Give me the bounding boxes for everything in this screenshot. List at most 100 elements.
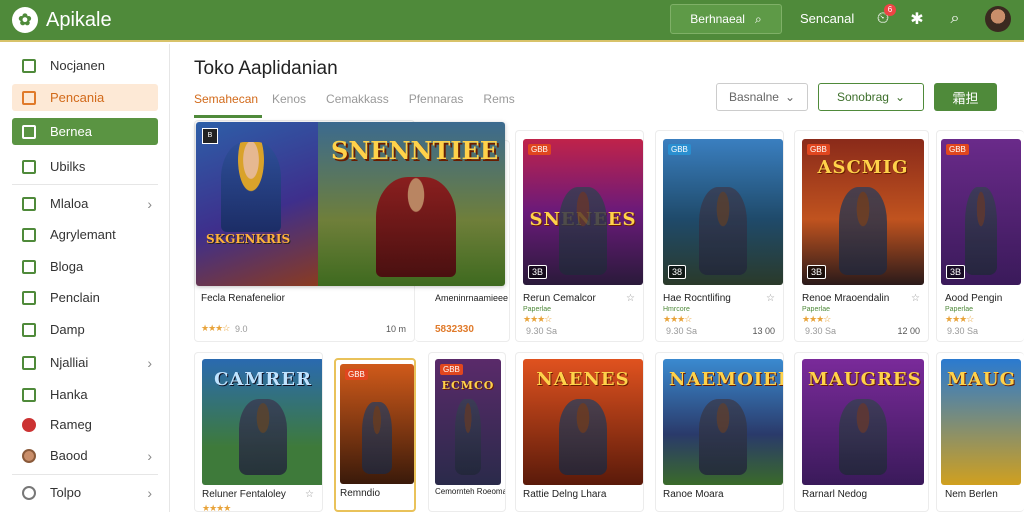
chevron-right-icon: › [147, 484, 152, 501]
sidebar-item-baood[interactable]: Baood › [12, 442, 158, 469]
sidebar-item-tolpo[interactable]: Tolpo › [12, 479, 158, 506]
top-nav-link[interactable]: Sencanal [800, 11, 854, 26]
sidebar-item-nocjanen[interactable]: Nocjanen [12, 52, 158, 79]
hero-figure [221, 142, 281, 232]
badge: GBB [345, 369, 368, 380]
rating-value: 9.30 Sa [805, 326, 837, 336]
sidebar-item-label: Pencania [50, 90, 105, 105]
top-bar: ✿ Apikale Berhnaeal ⌕ Sencanal ⏲ 6 ✱ ⌕ [0, 0, 1024, 42]
app-card[interactable]: GBB Remndio [334, 358, 416, 512]
app-art: NAENES [523, 359, 643, 485]
app-art: GBB 3B [941, 139, 1021, 285]
tab-cemakkass[interactable]: Cemakkass [326, 90, 399, 118]
sidebar-item-label: Agrylemant [50, 227, 116, 242]
sort-dropdown[interactable]: Sonobrag ⌄ [818, 83, 924, 111]
rating-stars: ★★★☆ [802, 314, 831, 324]
star-outline-icon[interactable]: ☆ [911, 293, 920, 304]
app-card[interactable]: GBB ASCMIG 3B Renoe Mraoendalin ☆ Paperl… [794, 130, 929, 342]
app-card[interactable]: GBB 38 Hae Rocntlifing ☆ Hmrcore ★★★☆ 9.… [655, 130, 784, 342]
puzzle-icon[interactable]: ✱ [906, 8, 928, 30]
app-card[interactable]: NAEMOIER Ranoe Moara [655, 352, 784, 512]
app-card[interactable]: GBB 3B Aood Pengin Paperlae ★★★☆ 9.30 Sa [936, 130, 1024, 342]
leaf-icon: ✿ [12, 7, 38, 33]
app-name: Ameninrnaamieee [435, 293, 509, 303]
developer-name: Paperlae [945, 306, 974, 313]
sidebar-item-pencania[interactable]: Pencania [12, 84, 158, 111]
document-icon [22, 290, 36, 305]
character-figure [838, 399, 888, 475]
app-name: Renoe Mraoendalin [802, 293, 890, 304]
sidebar-item-ubilks[interactable]: Ubilks [12, 153, 158, 180]
app-card[interactable]: NAENES Rattie Delng Lhara [515, 352, 644, 512]
top-search-button[interactable]: Berhnaeal ⌕ [670, 4, 782, 34]
search-icon[interactable]: ⌕ [944, 8, 966, 30]
sidebar-item-label: Rameg [50, 417, 92, 432]
apply-button[interactable]: 霜担 [934, 83, 997, 111]
app-card[interactable]: CAMRER Reluner Fentaloley ☆ ★★★★ [194, 352, 323, 512]
app-art: CAMRER [202, 359, 322, 485]
sidebar-item-label: Ubilks [50, 159, 86, 174]
character-figure [559, 187, 607, 275]
search-icon: ⌕ [754, 11, 762, 26]
sidebar-item-damp[interactable]: Damp [12, 316, 158, 343]
filter-label: Basnalne [728, 90, 779, 104]
app-name: Rerun Cemalcor [523, 293, 596, 304]
game-logo: ASCMIG [817, 157, 909, 178]
app-card[interactable]: GBB ECMCO Cemornteh Roeomasi [428, 352, 506, 512]
game-logo: CAMRER [214, 369, 312, 390]
badge: GBB [946, 144, 969, 155]
avatar[interactable] [985, 6, 1011, 32]
chevron-down-icon: ⌄ [894, 90, 906, 104]
sidebar-item-njalliai[interactable]: Njalliai › [12, 349, 158, 376]
featured-banner[interactable]: B SKGENKRIS SNENNTIEE [196, 122, 505, 286]
divider [12, 474, 158, 475]
sidebar-item-label: Penclain [50, 290, 100, 305]
app-logo[interactable]: ✿ Apikale [12, 7, 112, 33]
sidebar-item-bloga[interactable]: Bloga [12, 253, 158, 280]
rating-stars: ★★★★ [202, 503, 231, 512]
featured-game-logo-right: SNENNTIEE [331, 136, 499, 165]
badge: GBB [807, 144, 830, 155]
filter-dropdown[interactable]: Basnalne ⌄ [716, 83, 808, 111]
sidebar-item-hanka[interactable]: Hanka [12, 381, 158, 408]
age-badge: 3B [528, 265, 548, 279]
developer-name: Paperlae [802, 306, 831, 313]
sidebar-item-agrylemant[interactable]: Agrylemant [12, 221, 158, 248]
character-figure [965, 187, 997, 275]
featured-game-logo-left: SKGENKRIS [206, 232, 291, 246]
app-card[interactable]: MAUG Nem Berlen [936, 352, 1024, 512]
developer-name: Hmrcore [663, 306, 690, 313]
sidebar-item-penclain[interactable]: Penclain [12, 284, 158, 311]
star-outline-icon[interactable]: ☆ [305, 489, 314, 500]
app-name: Aood Pengin [945, 293, 1003, 304]
age-badge: 3B [946, 265, 966, 279]
character-figure [699, 399, 747, 475]
character-figure [454, 399, 482, 475]
app-art: MAUG [941, 359, 1021, 485]
sidebar-item-label: Bernea [50, 124, 92, 139]
app-card[interactable]: GBB SNENEES 3B Rerun Cemalcor ☆ Paperlae… [515, 130, 644, 342]
tab-semahecan[interactable]: Semahecan [194, 90, 262, 118]
app-card[interactable]: MAUGRES Rarnarl Nedog [794, 352, 929, 512]
sidebar-item-rameg[interactable]: Rameg [12, 411, 158, 438]
app-name: Ranoe Moara [663, 489, 724, 500]
character-figure [559, 399, 607, 475]
tab-pfennaras[interactable]: Pfennaras [409, 90, 474, 118]
tab-rems[interactable]: Rems [483, 90, 524, 118]
pencil-icon [22, 196, 36, 211]
app-art: GBB [340, 364, 414, 484]
sidebar-item-mlaloa[interactable]: Mlaloa › [12, 190, 158, 217]
notification-icon[interactable]: ⏲ 6 [872, 4, 896, 30]
tab-kenos[interactable]: Kenos [272, 90, 316, 118]
sidebar-item-bernea[interactable]: Bernea [12, 118, 158, 145]
chevron-right-icon: › [147, 195, 152, 212]
user-icon [22, 417, 36, 432]
chevron-right-icon: › [147, 447, 152, 464]
notification-badge: 6 [884, 4, 896, 16]
app-name: Remndio [340, 488, 381, 499]
sidebar-item-label: Mlaloa [50, 196, 89, 211]
star-outline-icon[interactable]: ☆ [766, 293, 775, 304]
chevron-right-icon: › [147, 354, 152, 371]
star-outline-icon[interactable]: ☆ [626, 293, 635, 304]
badge: GBB [528, 144, 551, 155]
